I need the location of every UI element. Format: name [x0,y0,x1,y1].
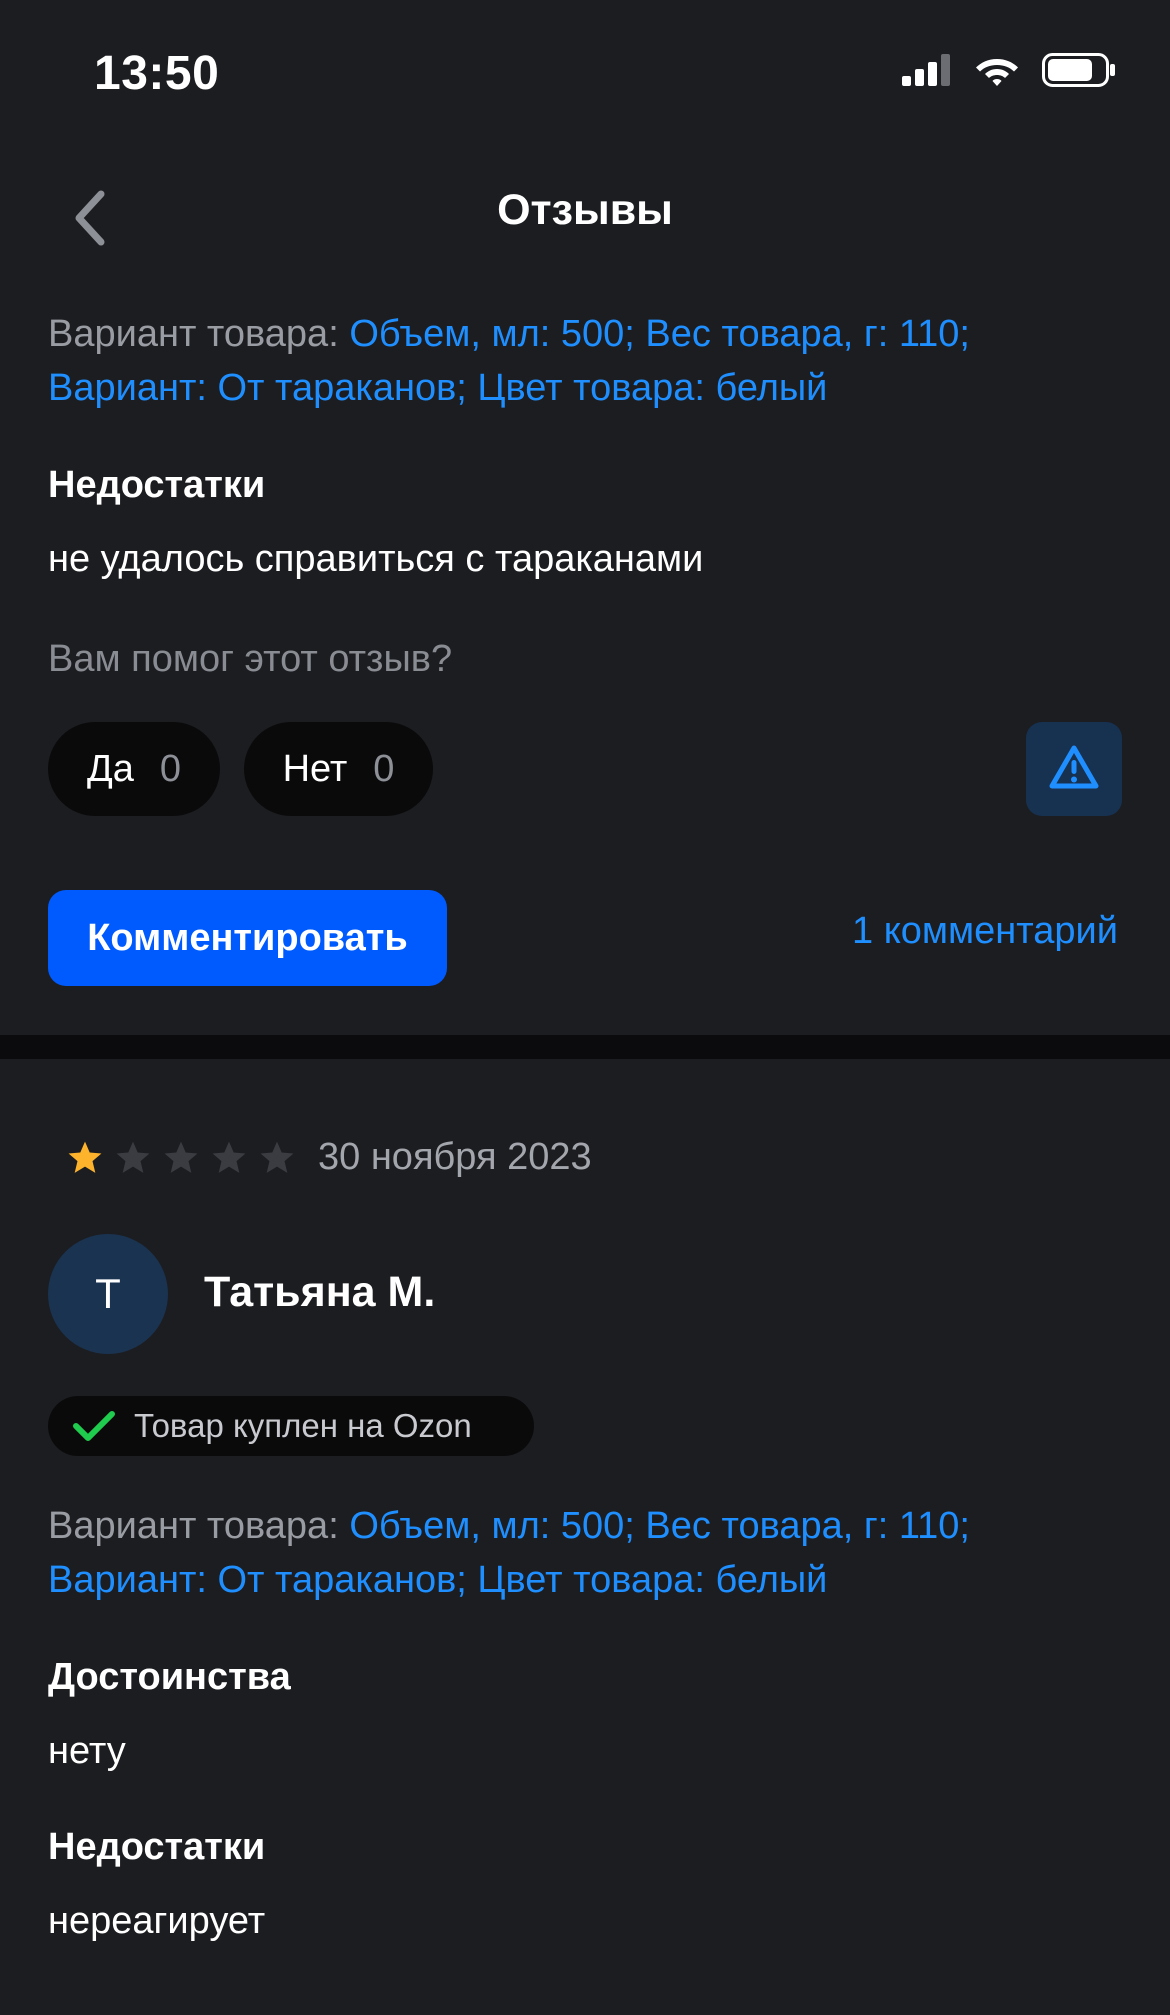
warning-triangle-icon [1048,744,1100,795]
report-button[interactable] [1026,722,1122,816]
helpful-question: Вам помог этот отзыв? [48,638,453,680]
author-name[interactable]: Татьяна М. [204,1268,435,1317]
variant-label: Вариант товара: [48,1505,350,1547]
rating-stars [66,1140,296,1181]
no-label: Нет [282,747,348,790]
star-empty-icon [162,1140,200,1181]
variant-value-line1: Объем, мл: 500; Вес товара, г: 110; [349,313,970,355]
checkmark-icon [72,1409,116,1443]
avatar[interactable]: Т [48,1234,168,1354]
helpful-yes-button[interactable]: Да 0 [48,722,220,816]
cons-title: Недостатки [48,464,266,506]
star-empty-icon [258,1140,296,1181]
cons-text: не удалось справиться с тараканами [48,538,704,580]
cons-text: нереагирует [48,1900,266,1942]
status-icons [902,52,1116,92]
comments-link[interactable]: 1 комментарий [852,910,1118,953]
helpful-no-button[interactable]: Нет 0 [244,722,433,816]
no-count: 0 [373,747,395,790]
pros-title: Достоинства [48,1656,291,1698]
product-variant: Вариант товара: Объем, мл: 500; Вес това… [48,307,1128,415]
yes-count: 0 [159,747,181,790]
variant-value-line2: Вариант: От тараканов; Цвет товара: белы… [48,367,828,409]
star-filled-icon [66,1140,104,1181]
review-divider [0,1035,1170,1059]
page-title: Отзывы [497,186,673,234]
wifi-icon [974,53,1020,92]
star-empty-icon [210,1140,248,1181]
variant-label: Вариант товара: [48,313,350,355]
cons-title: Недостатки [48,1826,266,1868]
comment-button[interactable]: Комментировать [48,890,447,986]
star-empty-icon [114,1140,152,1181]
variant-value-line2: Вариант: От тараканов; Цвет товара: белы… [48,1559,828,1601]
review-date: 30 ноября 2023 [318,1136,592,1178]
yes-label: Да [86,747,134,790]
cellular-signal-icon [902,53,952,91]
product-variant: Вариант товара: Объем, мл: 500; Вес това… [48,1499,1128,1607]
verified-purchase-badge: Товар куплен на Ozon [48,1396,534,1456]
pros-text: нету [48,1730,126,1772]
status-time: 13:50 [94,47,220,100]
variant-value-line1: Объем, мл: 500; Вес товара, г: 110; [349,1505,970,1547]
battery-icon [1042,52,1116,92]
badge-text: Товар куплен на Ozon [134,1407,472,1444]
